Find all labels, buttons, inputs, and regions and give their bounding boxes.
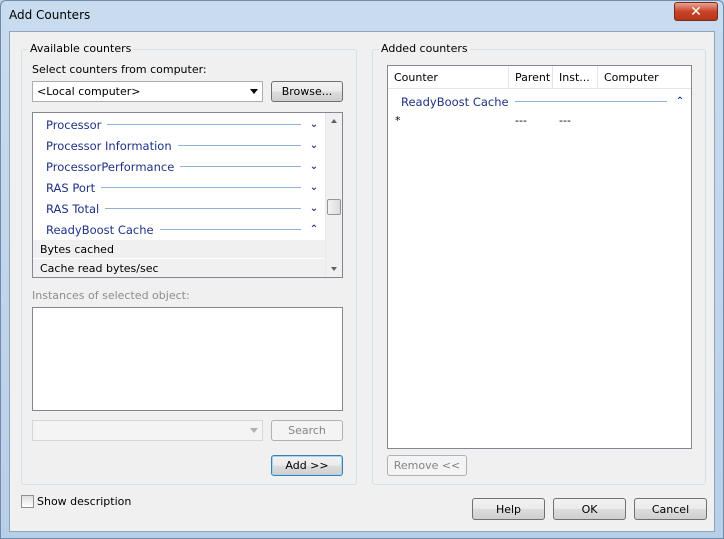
close-button[interactable]: ✕ [674, 2, 718, 21]
help-button[interactable]: Help [472, 498, 545, 520]
object-item-processor[interactable]: Processor ⌄ [33, 114, 325, 135]
close-icon: ✕ [690, 3, 702, 20]
counter-list[interactable]: Processor ⌄ Processor Information ⌄ Proc… [32, 112, 343, 278]
add-counters-window: Add Counters ✕ Available counters Select… [0, 0, 724, 539]
added-counters-list[interactable]: Counter Parent Inst... Computer ReadyBoo… [387, 65, 692, 449]
remove-button-label: Remove << [393, 459, 461, 472]
divider [514, 101, 667, 102]
object-item-ras-total[interactable]: RAS Total ⌄ [33, 198, 325, 219]
available-counters-label: Available counters [28, 42, 134, 55]
dialog-client: Available counters Select counters from … [9, 31, 715, 532]
counter-name: Cache read bytes/sec [40, 261, 159, 275]
divider [180, 166, 301, 167]
search-button-label: Search [288, 424, 326, 437]
show-description-label[interactable]: Show description [37, 495, 131, 508]
column-header-label: Counter [394, 70, 438, 84]
ok-button-label: OK [581, 502, 598, 516]
object-name: Processor Information [46, 138, 172, 153]
column-header-counter[interactable]: Counter [388, 66, 509, 88]
divider [105, 208, 301, 209]
ok-button[interactable]: OK [553, 498, 626, 520]
computer-value: <Local computer> [37, 85, 141, 98]
window-title: Add Counters [9, 8, 91, 22]
cancel-button-label: Cancel [651, 502, 690, 516]
object-name: ProcessorPerformance [46, 159, 175, 174]
column-header-label: Parent [515, 70, 551, 84]
dropdown-arrow-icon [250, 89, 258, 94]
instances-list[interactable] [32, 307, 343, 411]
instances-label: Instances of selected object: [32, 289, 190, 302]
added-counter-row[interactable]: * --- --- [388, 112, 691, 130]
chevron-down-icon[interactable]: ⌄ [309, 203, 319, 214]
show-description-checkbox[interactable] [21, 495, 34, 508]
counter-item-bytes-cached[interactable]: Bytes cached [33, 240, 325, 258]
scroll-down-icon[interactable] [331, 267, 337, 271]
divider [107, 124, 301, 125]
chevron-up-icon[interactable]: ⌃ [675, 96, 685, 107]
added-counter-instance: --- [559, 114, 571, 127]
remove-button[interactable]: Remove << [387, 455, 467, 476]
added-object-readyboost-cache[interactable]: ReadyBoost Cache ⌃ [388, 91, 691, 112]
browse-button[interactable]: Browse... [271, 81, 343, 102]
header-divider [388, 88, 691, 89]
column-header-label: Computer [604, 70, 659, 84]
object-item-ras-port[interactable]: RAS Port ⌄ [33, 177, 325, 198]
divider [159, 229, 301, 230]
object-name: RAS Port [46, 180, 96, 195]
browse-button-label: Browse... [281, 85, 333, 98]
search-combo[interactable] [32, 420, 263, 441]
object-item-processor-information[interactable]: Processor Information ⌄ [33, 135, 325, 156]
counter-name: Bytes cached [40, 242, 114, 256]
column-header-label: Inst... [559, 70, 590, 84]
chevron-down-icon[interactable]: ⌄ [309, 182, 319, 193]
object-item-readyboost-cache[interactable]: ReadyBoost Cache ⌃ [33, 219, 325, 240]
cancel-button[interactable]: Cancel [634, 498, 707, 520]
object-item-processor-performance[interactable]: ProcessorPerformance ⌄ [33, 156, 325, 177]
added-counter-parent: --- [515, 114, 527, 127]
object-name: ReadyBoost Cache [46, 222, 154, 237]
search-button[interactable]: Search [271, 420, 343, 441]
chevron-down-icon[interactable]: ⌄ [309, 119, 319, 130]
add-button[interactable]: Add >> [271, 455, 343, 476]
column-header-computer[interactable]: Computer [598, 66, 691, 88]
column-header-instance[interactable]: Inst... [553, 66, 598, 88]
object-name: RAS Total [46, 201, 100, 216]
added-counter-name: * [395, 114, 401, 127]
object-name: Processor [46, 117, 102, 132]
title-bar[interactable]: Add Counters ✕ [1, 1, 723, 31]
dropdown-arrow-icon [250, 428, 258, 433]
added-counters-label: Added counters [379, 42, 470, 55]
computer-combo[interactable]: <Local computer> [32, 81, 263, 102]
scroll-up-icon[interactable] [331, 119, 337, 123]
counter-item-cache-read[interactable]: Cache read bytes/sec [33, 259, 325, 277]
chevron-up-icon[interactable]: ⌃ [309, 224, 319, 235]
divider [101, 187, 301, 188]
counter-list-scrollbar[interactable] [325, 113, 342, 277]
help-button-label: Help [495, 502, 522, 516]
chevron-down-icon[interactable]: ⌄ [309, 161, 319, 172]
column-header-parent[interactable]: Parent [509, 66, 553, 88]
object-name: ReadyBoost Cache [401, 94, 509, 109]
chevron-down-icon[interactable]: ⌄ [309, 140, 319, 151]
scroll-thumb[interactable] [327, 199, 341, 215]
add-button-label: Add >> [285, 459, 329, 472]
divider [177, 145, 301, 146]
select-computer-label: Select counters from computer: [32, 63, 207, 76]
